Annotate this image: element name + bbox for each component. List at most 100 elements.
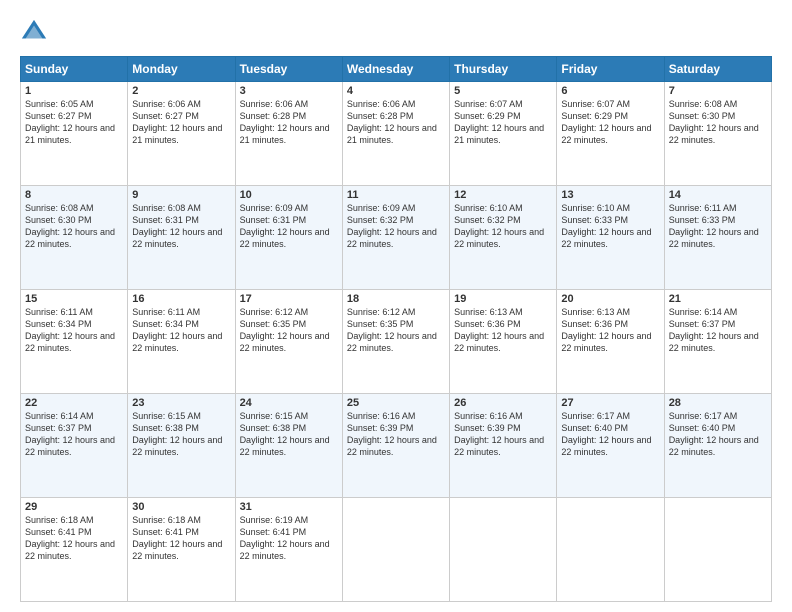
col-header-friday: Friday — [557, 57, 664, 82]
day-number: 24 — [240, 397, 338, 409]
cell-detail: Sunrise: 6:13 AMSunset: 6:36 PMDaylight:… — [561, 307, 651, 353]
calendar-cell: 17 Sunrise: 6:12 AMSunset: 6:35 PMDayligh… — [235, 290, 342, 394]
calendar-cell: 30Sunrise: 6:18 AMSunset: 6:41 PMDayligh… — [128, 498, 235, 602]
cell-detail: Sunrise: 6:10 AMSunset: 6:33 PMDaylight:… — [561, 203, 651, 249]
week-row-1: 1 Sunrise: 6:05 AMSunset: 6:27 PMDaylight… — [21, 82, 772, 186]
day-number: 2 — [132, 85, 230, 97]
col-header-saturday: Saturday — [664, 57, 771, 82]
day-number: 5 — [454, 85, 552, 97]
calendar-cell: 22Sunrise: 6:14 AMSunset: 6:37 PMDayligh… — [21, 394, 128, 498]
cell-detail: Sunrise: 6:18 AMSunset: 6:41 PMDaylight:… — [25, 515, 115, 561]
cell-detail: Sunrise: 6:09 AMSunset: 6:32 PMDaylight:… — [347, 203, 437, 249]
calendar-cell — [450, 498, 557, 602]
calendar-cell: 20Sunrise: 6:13 AMSunset: 6:36 PMDayligh… — [557, 290, 664, 394]
cell-detail: Sunrise: 6:18 AMSunset: 6:41 PMDaylight:… — [132, 515, 222, 561]
page: SundayMondayTuesdayWednesdayThursdayFrid… — [0, 0, 792, 612]
calendar-cell: 13 Sunrise: 6:10 AMSunset: 6:33 PMDayligh… — [557, 186, 664, 290]
col-header-monday: Monday — [128, 57, 235, 82]
day-number: 26 — [454, 397, 552, 409]
cell-detail: Sunrise: 6:15 AMSunset: 6:38 PMDaylight:… — [240, 411, 330, 457]
day-number: 17 — [240, 293, 338, 305]
day-number: 14 — [669, 189, 767, 201]
day-number: 16 — [132, 293, 230, 305]
week-row-5: 29 Sunrise: 6:18 AMSunset: 6:41 PMDayligh… — [21, 498, 772, 602]
calendar-cell: 18 Sunrise: 6:12 AMSunset: 6:35 PMDayligh… — [342, 290, 449, 394]
calendar-cell — [664, 498, 771, 602]
day-number: 25 — [347, 397, 445, 409]
day-number: 11 — [347, 189, 445, 201]
cell-detail: Sunrise: 6:11 AMSunset: 6:33 PMDaylight:… — [669, 203, 759, 249]
calendar-cell: 27 Sunrise: 6:17 AMSunset: 6:40 PMDayligh… — [557, 394, 664, 498]
cell-detail: Sunrise: 6:06 AMSunset: 6:28 PMDaylight:… — [347, 99, 437, 145]
calendar-cell: 3 Sunrise: 6:06 AMSunset: 6:28 PMDaylight… — [235, 82, 342, 186]
calendar-cell: 28 Sunrise: 6:17 AMSunset: 6:40 PMDayligh… — [664, 394, 771, 498]
cell-detail: Sunrise: 6:11 AMSunset: 6:34 PMDaylight:… — [132, 307, 222, 353]
cell-detail: Sunrise: 6:07 AMSunset: 6:29 PMDaylight:… — [561, 99, 651, 145]
col-header-tuesday: Tuesday — [235, 57, 342, 82]
cell-detail: Sunrise: 6:05 AMSunset: 6:27 PMDaylight:… — [25, 99, 115, 145]
calendar-cell: 15 Sunrise: 6:11 AMSunset: 6:34 PMDayligh… — [21, 290, 128, 394]
day-number: 15 — [25, 293, 123, 305]
cell-detail: Sunrise: 6:09 AMSunset: 6:31 PMDaylight:… — [240, 203, 330, 249]
day-number: 21 — [669, 293, 767, 305]
day-number: 8 — [25, 189, 123, 201]
day-number: 19 — [454, 293, 552, 305]
day-number: 23 — [132, 397, 230, 409]
header — [20, 18, 772, 46]
calendar-cell: 11 Sunrise: 6:09 AMSunset: 6:32 PMDayligh… — [342, 186, 449, 290]
calendar-cell: 4 Sunrise: 6:06 AMSunset: 6:28 PMDaylight… — [342, 82, 449, 186]
day-number: 1 — [25, 85, 123, 97]
cell-detail: Sunrise: 6:17 AMSunset: 6:40 PMDaylight:… — [561, 411, 651, 457]
cell-detail: Sunrise: 6:17 AMSunset: 6:40 PMDaylight:… — [669, 411, 759, 457]
cell-detail: Sunrise: 6:08 AMSunset: 6:31 PMDaylight:… — [132, 203, 222, 249]
calendar-cell: 1 Sunrise: 6:05 AMSunset: 6:27 PMDaylight… — [21, 82, 128, 186]
logo — [20, 18, 52, 46]
day-number: 10 — [240, 189, 338, 201]
cell-detail: Sunrise: 6:13 AMSunset: 6:36 PMDaylight:… — [454, 307, 544, 353]
calendar-cell — [342, 498, 449, 602]
calendar-cell: 26 Sunrise: 6:16 AMSunset: 6:39 PMDayligh… — [450, 394, 557, 498]
calendar-cell: 25 Sunrise: 6:16 AMSunset: 6:39 PMDayligh… — [342, 394, 449, 498]
cell-detail: Sunrise: 6:06 AMSunset: 6:27 PMDaylight:… — [132, 99, 222, 145]
calendar-cell — [557, 498, 664, 602]
calendar-table: SundayMondayTuesdayWednesdayThursdayFrid… — [20, 56, 772, 602]
cell-detail: Sunrise: 6:14 AMSunset: 6:37 PMDaylight:… — [669, 307, 759, 353]
day-number: 13 — [561, 189, 659, 201]
calendar-cell: 14 Sunrise: 6:11 AMSunset: 6:33 PMDayligh… — [664, 186, 771, 290]
cell-detail: Sunrise: 6:06 AMSunset: 6:28 PMDaylight:… — [240, 99, 330, 145]
day-number: 31 — [240, 501, 338, 513]
day-number: 18 — [347, 293, 445, 305]
cell-detail: Sunrise: 6:19 AMSunset: 6:41 PMDaylight:… — [240, 515, 330, 561]
calendar-cell: 5Sunrise: 6:07 AMSunset: 6:29 PMDaylight… — [450, 82, 557, 186]
cell-detail: Sunrise: 6:12 AMSunset: 6:35 PMDaylight:… — [347, 307, 437, 353]
day-number: 28 — [669, 397, 767, 409]
cell-detail: Sunrise: 6:12 AMSunset: 6:35 PMDaylight:… — [240, 307, 330, 353]
calendar-cell: 6 Sunrise: 6:07 AMSunset: 6:29 PMDaylight… — [557, 82, 664, 186]
calendar-cell: 19 Sunrise: 6:13 AMSunset: 6:36 PMDayligh… — [450, 290, 557, 394]
day-number: 6 — [561, 85, 659, 97]
calendar-cell: 23 Sunrise: 6:15 AMSunset: 6:38 PMDayligh… — [128, 394, 235, 498]
calendar-header-row: SundayMondayTuesdayWednesdayThursdayFrid… — [21, 57, 772, 82]
col-header-wednesday: Wednesday — [342, 57, 449, 82]
cell-detail: Sunrise: 6:08 AMSunset: 6:30 PMDaylight:… — [25, 203, 115, 249]
day-number: 3 — [240, 85, 338, 97]
calendar-cell: 2 Sunrise: 6:06 AMSunset: 6:27 PMDaylight… — [128, 82, 235, 186]
calendar-cell: 29 Sunrise: 6:18 AMSunset: 6:41 PMDayligh… — [21, 498, 128, 602]
cell-detail: Sunrise: 6:10 AMSunset: 6:32 PMDaylight:… — [454, 203, 544, 249]
calendar-cell: 21 Sunrise: 6:14 AMSunset: 6:37 PMDayligh… — [664, 290, 771, 394]
day-number: 4 — [347, 85, 445, 97]
week-row-2: 8 Sunrise: 6:08 AMSunset: 6:30 PMDaylight… — [21, 186, 772, 290]
cell-detail: Sunrise: 6:08 AMSunset: 6:30 PMDaylight:… — [669, 99, 759, 145]
calendar-cell: 9Sunrise: 6:08 AMSunset: 6:31 PMDaylight… — [128, 186, 235, 290]
cell-detail: Sunrise: 6:16 AMSunset: 6:39 PMDaylight:… — [347, 411, 437, 457]
generalblue-icon — [20, 18, 48, 46]
day-number: 29 — [25, 501, 123, 513]
day-number: 27 — [561, 397, 659, 409]
calendar-cell: 16 Sunrise: 6:11 AMSunset: 6:34 PMDayligh… — [128, 290, 235, 394]
col-header-thursday: Thursday — [450, 57, 557, 82]
week-row-4: 22Sunrise: 6:14 AMSunset: 6:37 PMDayligh… — [21, 394, 772, 498]
cell-detail: Sunrise: 6:11 AMSunset: 6:34 PMDaylight:… — [25, 307, 115, 353]
week-row-3: 15 Sunrise: 6:11 AMSunset: 6:34 PMDayligh… — [21, 290, 772, 394]
cell-detail: Sunrise: 6:16 AMSunset: 6:39 PMDaylight:… — [454, 411, 544, 457]
cell-detail: Sunrise: 6:15 AMSunset: 6:38 PMDaylight:… — [132, 411, 222, 457]
